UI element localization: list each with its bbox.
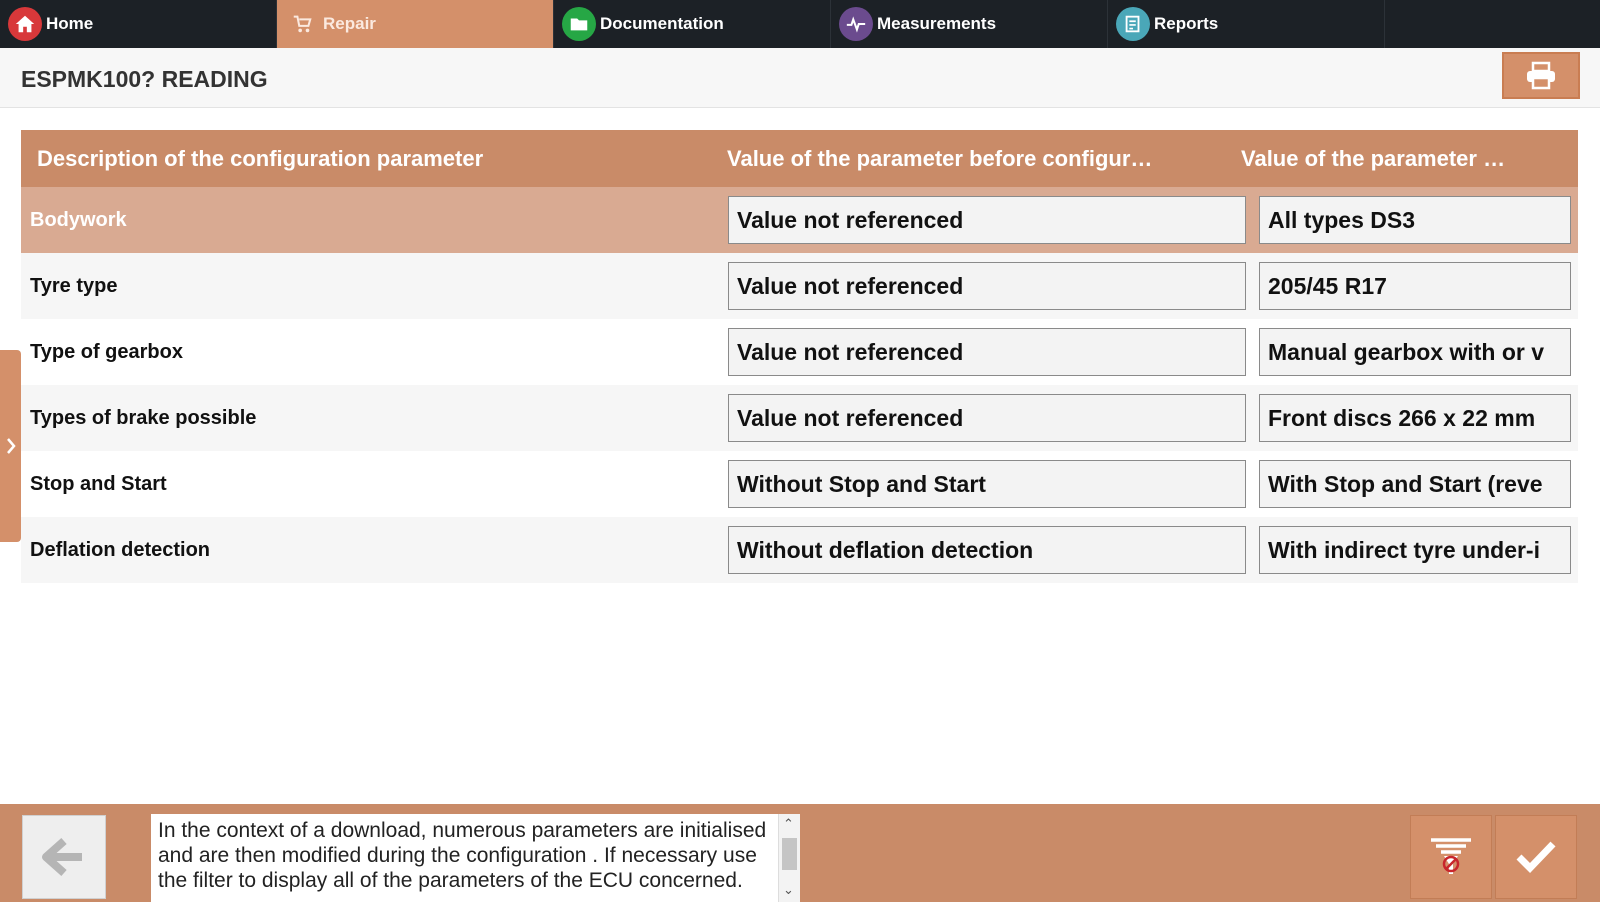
value-before-field: Value not referenced	[728, 196, 1246, 244]
report-icon	[1116, 7, 1150, 41]
arrow-left-icon	[42, 838, 82, 876]
nav-tab-home[interactable]: Home	[0, 0, 277, 48]
value-before-field: Value not referenced	[728, 328, 1246, 376]
value-after-field: All types DS3	[1259, 196, 1571, 244]
row-description: Type of gearbox	[30, 340, 183, 363]
value-before-field: Without deflation detection	[728, 526, 1246, 574]
table-row[interactable]: Type of gearbox Value not referenced Man…	[21, 319, 1578, 385]
value-before-field: Without Stop and Start	[728, 460, 1246, 508]
home-icon	[8, 7, 42, 41]
value-before-field: Value not referenced	[728, 262, 1246, 310]
nav-tab-label: Home	[46, 14, 94, 33]
row-description: Types of brake possible	[30, 406, 257, 429]
scroll-up-icon[interactable]: ⌃	[783, 816, 794, 832]
back-button[interactable]	[22, 815, 106, 899]
info-message-box[interactable]: In the context of a download, numerous p…	[151, 814, 800, 902]
nav-tab-label: Documentation	[600, 14, 724, 33]
value-after-field: Manual gearbox with or v	[1259, 328, 1571, 376]
nav-filler	[1385, 0, 1600, 48]
table-header: Description of the configuration paramet…	[21, 130, 1578, 187]
filter-icon	[1431, 838, 1471, 874]
title-bar: ESPMK100? READING	[0, 48, 1600, 108]
side-panel-toggle[interactable]	[0, 350, 21, 542]
scroll-down-icon[interactable]: ⌄	[783, 882, 794, 898]
top-nav: Home Repair Documentation Measurements R…	[0, 0, 1600, 48]
value-after-field: 205/45 R17	[1259, 262, 1571, 310]
nav-tab-repair[interactable]: Repair	[277, 0, 554, 48]
column-header-before: Value of the parameter before configur…	[727, 145, 1153, 171]
chevron-right-icon	[6, 438, 16, 454]
folder-icon	[562, 7, 596, 41]
column-header-description: Description of the configuration paramet…	[37, 145, 484, 171]
checkmark-icon	[1516, 841, 1556, 874]
pulse-icon	[839, 7, 873, 41]
value-after-field: With Stop and Start (reve	[1259, 460, 1571, 508]
table-row[interactable]: Deflation detection Without deflation de…	[21, 517, 1578, 583]
row-description: Stop and Start	[30, 472, 167, 495]
footer-bar: In the context of a download, numerous p…	[0, 804, 1600, 902]
printer-icon	[1527, 61, 1555, 89]
column-header-after: Value of the parameter …	[1241, 145, 1506, 171]
nav-tab-documentation[interactable]: Documentation	[554, 0, 831, 48]
value-after-field: With indirect tyre under-i	[1259, 526, 1571, 574]
table-row[interactable]: Types of brake possible Value not refere…	[21, 385, 1578, 451]
value-after-field: Front discs 266 x 22 mm	[1259, 394, 1571, 442]
row-description: Tyre type	[30, 274, 118, 297]
filter-button[interactable]	[1410, 815, 1492, 899]
table-row[interactable]: Bodywork Value not referenced All types …	[21, 187, 1578, 253]
scrollbar-thumb[interactable]	[782, 838, 797, 870]
print-button[interactable]	[1502, 52, 1580, 99]
info-message-text: In the context of a download, numerous p…	[158, 819, 767, 892]
nav-tab-label: Reports	[1154, 14, 1219, 33]
row-description: Bodywork	[30, 208, 127, 231]
page-title: ESPMK100? READING	[21, 66, 268, 92]
table-row[interactable]: Stop and Start Without Stop and Start Wi…	[21, 451, 1578, 517]
nav-tab-reports[interactable]: Reports	[1108, 0, 1385, 48]
info-scrollbar[interactable]: ⌃ ⌄	[778, 814, 800, 902]
nav-tab-label: Repair	[323, 14, 376, 33]
confirm-button[interactable]	[1495, 815, 1577, 899]
row-description: Deflation detection	[30, 538, 211, 561]
repair-icon	[285, 7, 319, 41]
parameters-table: Description of the configuration paramet…	[21, 130, 1578, 583]
nav-tab-label: Measurements	[877, 14, 997, 33]
value-before-field: Value not referenced	[728, 394, 1246, 442]
table-row[interactable]: Tyre type Value not referenced 205/45 R1…	[21, 253, 1578, 319]
nav-tab-measurements[interactable]: Measurements	[831, 0, 1108, 48]
